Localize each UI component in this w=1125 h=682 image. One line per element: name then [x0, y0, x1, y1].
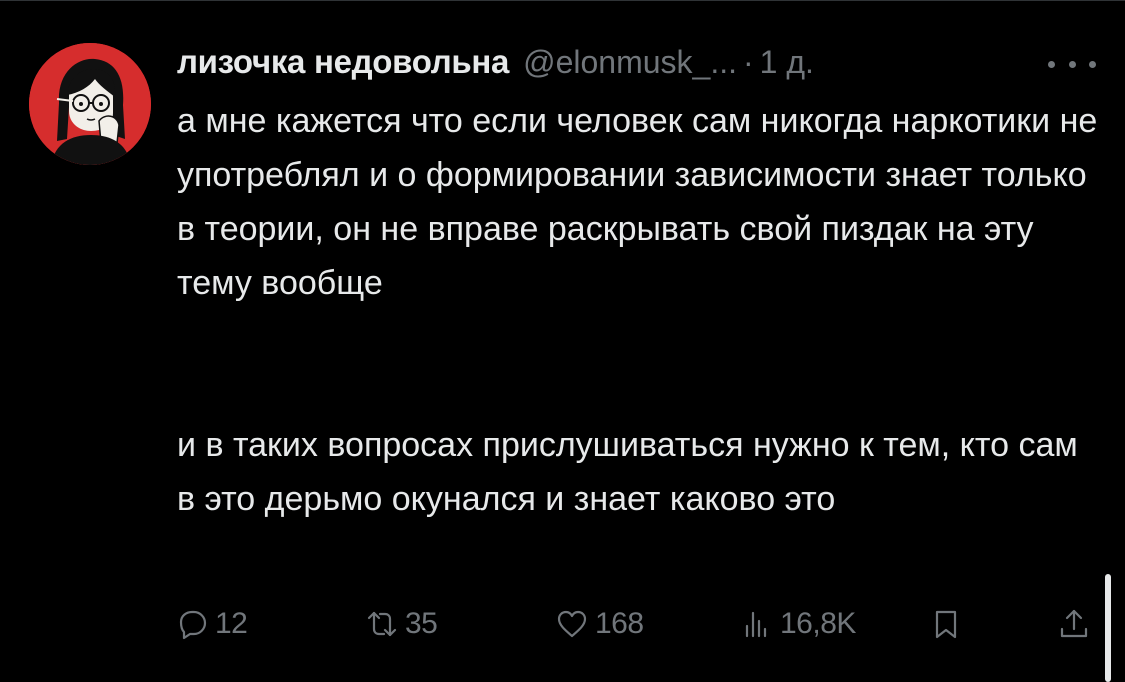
more-dot [1068, 60, 1076, 68]
views-count: 16,8K [780, 607, 856, 640]
retweet-arrows-icon [367, 611, 397, 637]
action-bar: 12 35 168 16,8K [175, 598, 1095, 650]
reply-bubble-icon [179, 610, 207, 640]
retweet-count: 35 [405, 607, 438, 640]
scrollbar[interactable] [1105, 574, 1111, 682]
more-dot [1089, 60, 1096, 68]
bookmark-button[interactable] [929, 598, 963, 650]
tweet-paragraph: а мне кажется что если человек сам никог… [177, 102, 1098, 302]
views-button[interactable]: 16,8K [740, 598, 856, 650]
more-horizontal-icon[interactable] [1048, 54, 1096, 74]
tweet-header: лизочка недовольна @elonmusk_... · 1 д. [177, 40, 814, 84]
share-button[interactable] [1057, 598, 1091, 650]
more-dot [1048, 60, 1055, 68]
avatar-illustration [29, 43, 151, 165]
timestamp[interactable]: 1 д. [760, 40, 814, 84]
tweet-body: а мне кажется что если человек сам никог… [177, 94, 1102, 526]
separator-dot: · [742, 44, 754, 80]
display-name[interactable]: лизочка недовольна [177, 40, 509, 84]
bookmark-icon [935, 610, 957, 639]
retweet-button[interactable]: 35 [365, 598, 438, 650]
like-count: 168 [595, 607, 644, 640]
reply-count: 12 [215, 607, 248, 640]
like-button[interactable]: 168 [555, 598, 644, 650]
top-divider [0, 0, 1125, 1]
tweet-paragraph: и в таких вопросах прислушиваться нужно … [177, 426, 1078, 518]
reply-button[interactable]: 12 [175, 598, 248, 650]
avatar[interactable] [29, 43, 151, 165]
share-upload-icon [1060, 609, 1088, 638]
heart-icon [557, 610, 587, 638]
bar-chart-icon [745, 611, 767, 638]
user-handle[interactable]: @elonmusk_... [523, 40, 737, 84]
